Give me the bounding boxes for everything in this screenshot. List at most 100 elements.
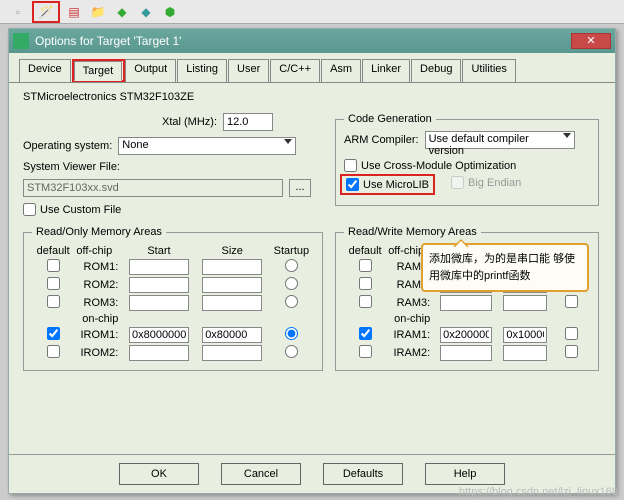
rom2-default[interactable] [47, 277, 60, 290]
rom2-size[interactable] [202, 277, 262, 293]
tab-strip: Device Target Output Listing User C/C++ … [9, 53, 615, 83]
titlebar: Options for Target 'Target 1' ✕ [9, 29, 615, 53]
iram1-default[interactable] [359, 327, 372, 340]
readonly-legend: Read/Only Memory Areas [32, 226, 166, 238]
readonly-table: default off-chip Start Size Startup ROM1… [32, 244, 314, 362]
dialog-buttons: OK Cancel Defaults Help [9, 454, 615, 485]
diamond-cyan-icon[interactable]: ◆ [136, 3, 156, 21]
toolbar-btn-0[interactable]: ▫ [8, 3, 28, 21]
compiler-select[interactable]: Use default compiler version [425, 131, 575, 149]
iram2-size[interactable] [503, 345, 547, 361]
help-button[interactable]: Help [425, 463, 505, 485]
tab-output[interactable]: Output [125, 59, 176, 82]
table-row: IROM2: [32, 344, 314, 362]
diamond-green-icon[interactable]: ◆ [112, 3, 132, 21]
dialog-title: Options for Target 'Target 1' [35, 34, 571, 48]
folder-icon[interactable]: 📁 [88, 3, 108, 21]
use-custom-file-label: Use Custom File [40, 204, 121, 216]
irom2-startup[interactable] [285, 345, 298, 358]
tab-linker[interactable]: Linker [362, 59, 410, 82]
bigendian-label: Big Endian [468, 177, 521, 189]
iram1-size[interactable] [503, 327, 547, 343]
ram3-start[interactable] [440, 295, 492, 311]
table-row: ROM3: [32, 294, 314, 312]
tab-listing[interactable]: Listing [177, 59, 227, 82]
xtal-label: Xtal (MHz): [162, 116, 217, 128]
ram3-noinit[interactable] [565, 295, 578, 308]
crossmod-label: Use Cross-Module Optimization [361, 160, 516, 172]
watermark: https://blog.csdn.net/lzj_linux168 [459, 486, 618, 498]
wand-icon[interactable]: 🪄 [36, 3, 56, 21]
stack-icon[interactable]: ▤ [64, 3, 84, 21]
table-row: IRAM1: [344, 326, 590, 344]
sysview-label: System Viewer File: [23, 161, 120, 173]
sysview-input [23, 179, 283, 197]
microlib-highlight: Use MicroLIB [340, 174, 435, 195]
tab-debug[interactable]: Debug [411, 59, 461, 82]
ok-button[interactable]: OK [119, 463, 199, 485]
rom3-start[interactable] [129, 295, 189, 311]
tab-target[interactable]: Target [74, 61, 123, 81]
rom3-default[interactable] [47, 295, 60, 308]
rom1-startup[interactable] [285, 259, 298, 272]
tab-content: STMicroelectronics STM32F103ZE Xtal (MHz… [9, 83, 615, 379]
rom1-start[interactable] [129, 259, 189, 275]
close-button[interactable]: ✕ [571, 33, 611, 49]
iram2-noinit[interactable] [565, 345, 578, 358]
tab-utilities[interactable]: Utilities [462, 59, 515, 82]
iram2-start[interactable] [440, 345, 492, 361]
chevron-down-icon [284, 139, 292, 144]
os-select[interactable]: None [118, 137, 296, 155]
irom1-size[interactable] [202, 327, 262, 343]
xtal-input[interactable] [223, 113, 273, 131]
ram1-default[interactable] [359, 259, 372, 272]
rom2-startup[interactable] [285, 277, 298, 290]
browse-button[interactable]: ... [289, 179, 311, 197]
rom3-size[interactable] [202, 295, 262, 311]
iram2-default[interactable] [359, 345, 372, 358]
cube-icon[interactable]: ⬢ [160, 3, 180, 21]
table-row: RAM3: [344, 294, 590, 312]
irom1-default[interactable] [47, 327, 60, 340]
codegen-fieldset: Code Generation ARM Compiler: Use defaul… [335, 113, 599, 206]
ram3-size[interactable] [503, 295, 547, 311]
options-dialog: Options for Target 'Target 1' ✕ Device T… [8, 28, 616, 494]
rom3-startup[interactable] [285, 295, 298, 308]
chevron-down-icon [563, 133, 571, 138]
microlib-label: Use MicroLIB [363, 179, 429, 191]
table-row: ROM2: [32, 276, 314, 294]
crossmod-checkbox[interactable] [344, 159, 357, 172]
os-label: Operating system: [23, 140, 112, 152]
ram2-default[interactable] [359, 277, 372, 290]
table-row: IRAM2: [344, 344, 590, 362]
irom2-size[interactable] [202, 345, 262, 361]
table-row: IROM1: [32, 326, 314, 344]
dialog-icon [13, 33, 29, 49]
tab-asm[interactable]: Asm [321, 59, 361, 82]
irom1-startup[interactable] [285, 327, 298, 340]
bigendian-checkbox [451, 176, 464, 189]
use-custom-file-checkbox[interactable] [23, 203, 36, 216]
tab-ccpp[interactable]: C/C++ [270, 59, 320, 82]
tab-device[interactable]: Device [19, 59, 71, 82]
irom2-start[interactable] [129, 345, 189, 361]
main-toolbar: ▫ 🪄 ▤ 📁 ◆ ◆ ⬢ [0, 0, 624, 24]
microlib-checkbox[interactable] [346, 178, 359, 191]
device-name: STMicroelectronics STM32F103ZE [23, 91, 601, 103]
rom2-start[interactable] [129, 277, 189, 293]
annotation-callout: 添加微库，为的是串口能 够使用微库中的printf函数 [421, 243, 589, 292]
iram1-start[interactable] [440, 327, 492, 343]
toolbar-highlight: 🪄 [32, 1, 60, 23]
tab-target-highlight: Target [72, 59, 126, 82]
tab-user[interactable]: User [228, 59, 269, 82]
rom1-default[interactable] [47, 259, 60, 272]
ram3-default[interactable] [359, 295, 372, 308]
irom1-start[interactable] [129, 327, 189, 343]
irom2-default[interactable] [47, 345, 60, 358]
table-row: ROM1: [32, 258, 314, 276]
iram1-noinit[interactable] [565, 327, 578, 340]
rom1-size[interactable] [202, 259, 262, 275]
defaults-button[interactable]: Defaults [323, 463, 403, 485]
cancel-button[interactable]: Cancel [221, 463, 301, 485]
compiler-label: ARM Compiler: [344, 134, 419, 146]
